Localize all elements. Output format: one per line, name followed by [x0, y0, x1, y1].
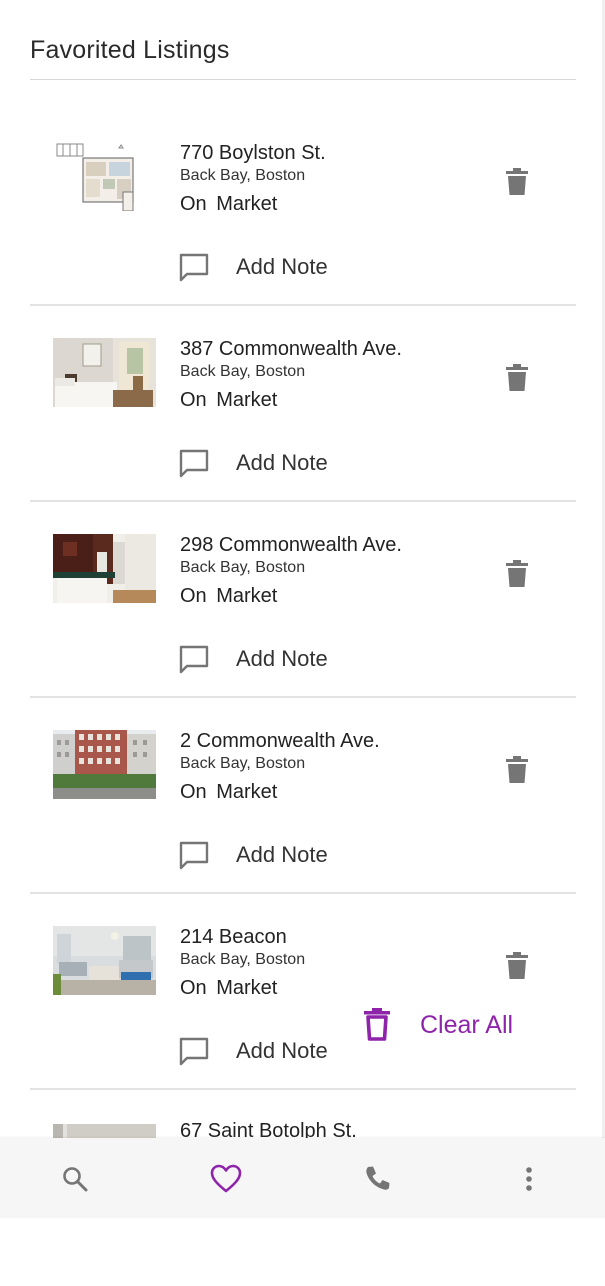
listing-info: 387 Commonwealth Ave. Back Bay, Boston O… [180, 338, 402, 412]
listing-info: 298 Commonwealth Ave. Back Bay, Boston O… [180, 534, 402, 608]
delete-listing-button[interactable] [504, 560, 530, 588]
page-title: Favorited Listings [30, 36, 230, 64]
comment-icon [179, 253, 209, 282]
comment-icon [179, 449, 209, 478]
add-note-label: Add Note [236, 1038, 328, 1063]
heart-icon [210, 1164, 242, 1193]
nav-more-button[interactable] [512, 1162, 546, 1196]
add-note-button[interactable]: Add Note [178, 252, 328, 282]
trash-icon [506, 364, 528, 391]
comment-icon [179, 645, 209, 674]
nav-favorites-button[interactable] [209, 1162, 243, 1196]
more-vert-icon [526, 1167, 532, 1191]
search-icon [63, 1167, 88, 1192]
add-note-label: Add Note [236, 254, 328, 279]
phone-icon [366, 1166, 390, 1190]
listing-status: On Market [180, 585, 278, 607]
trash-icon [506, 560, 528, 587]
add-note-button[interactable]: Add Note [178, 644, 328, 674]
comment-icon [179, 1037, 209, 1066]
trash-outline-icon [364, 1008, 390, 1041]
delete-listing-button[interactable] [504, 168, 530, 196]
listing-photo[interactable] [53, 338, 156, 407]
delete-listing-button[interactable] [504, 756, 530, 784]
listing-photo[interactable] [53, 534, 156, 603]
add-note-button[interactable]: Add Note [178, 1036, 328, 1066]
add-note-button[interactable]: Add Note [178, 448, 328, 478]
listing-photo[interactable] [53, 142, 156, 211]
listing-photo[interactable] [53, 926, 156, 995]
nav-search-button[interactable] [58, 1162, 92, 1196]
bottom-navigation [0, 1138, 605, 1218]
clear-all-button[interactable]: Clear All [362, 1008, 513, 1042]
trash-icon [506, 756, 528, 783]
trash-icon [506, 952, 528, 979]
listing-item[interactable]: 298 Commonwealth Ave. Back Bay, Boston O… [30, 502, 576, 698]
comment-icon [179, 841, 209, 870]
listing-status: On Market [180, 781, 278, 803]
add-note-label: Add Note [236, 842, 328, 867]
listing-item[interactable]: 2 Commonwealth Ave. Back Bay, Boston On … [30, 698, 576, 894]
listing-status: On Market [180, 193, 278, 215]
listing-address[interactable]: 298 Commonwealth Ave. [180, 534, 402, 557]
listing-status: On Market [180, 977, 278, 999]
listing-address[interactable]: 2 Commonwealth Ave. [180, 730, 380, 753]
listing-address[interactable]: 214 Beacon [180, 926, 305, 949]
trash-icon [506, 168, 528, 195]
delete-listing-button[interactable] [504, 364, 530, 392]
listing-neighborhood: Back Bay, Boston [180, 167, 306, 184]
listing-neighborhood: Back Bay, Boston [180, 755, 306, 772]
listing-neighborhood: Back Bay, Boston [180, 951, 306, 968]
add-note-label: Add Note [236, 450, 328, 475]
listing-item[interactable]: 770 Boylston St. Back Bay, Boston On Mar… [30, 110, 576, 306]
page-header: Favorited Listings [30, 36, 576, 65]
listing-address[interactable]: 387 Commonwealth Ave. [180, 338, 402, 361]
nav-phone-button[interactable] [360, 1162, 394, 1196]
header-divider [30, 79, 576, 80]
add-note-label: Add Note [236, 646, 328, 671]
listing-status: On Market [180, 389, 278, 411]
listing-neighborhood: Back Bay, Boston [180, 363, 306, 380]
listing-item[interactable]: 387 Commonwealth Ave. Back Bay, Boston O… [30, 306, 576, 502]
delete-listing-button[interactable] [504, 952, 530, 980]
listing-info: 214 Beacon Back Bay, Boston On Market [180, 926, 305, 1000]
listing-item[interactable]: 214 Beacon Back Bay, Boston On Market Ad… [30, 894, 576, 1090]
clear-all-label: Clear All [420, 1010, 514, 1039]
listing-address[interactable]: 770 Boylston St. [180, 142, 326, 165]
listing-neighborhood: Back Bay, Boston [180, 559, 306, 576]
add-note-button[interactable]: Add Note [178, 840, 328, 870]
listing-info: 770 Boylston St. Back Bay, Boston On Mar… [180, 142, 326, 216]
listing-info: 2 Commonwealth Ave. Back Bay, Boston On … [180, 730, 380, 804]
listing-photo[interactable] [53, 730, 156, 799]
